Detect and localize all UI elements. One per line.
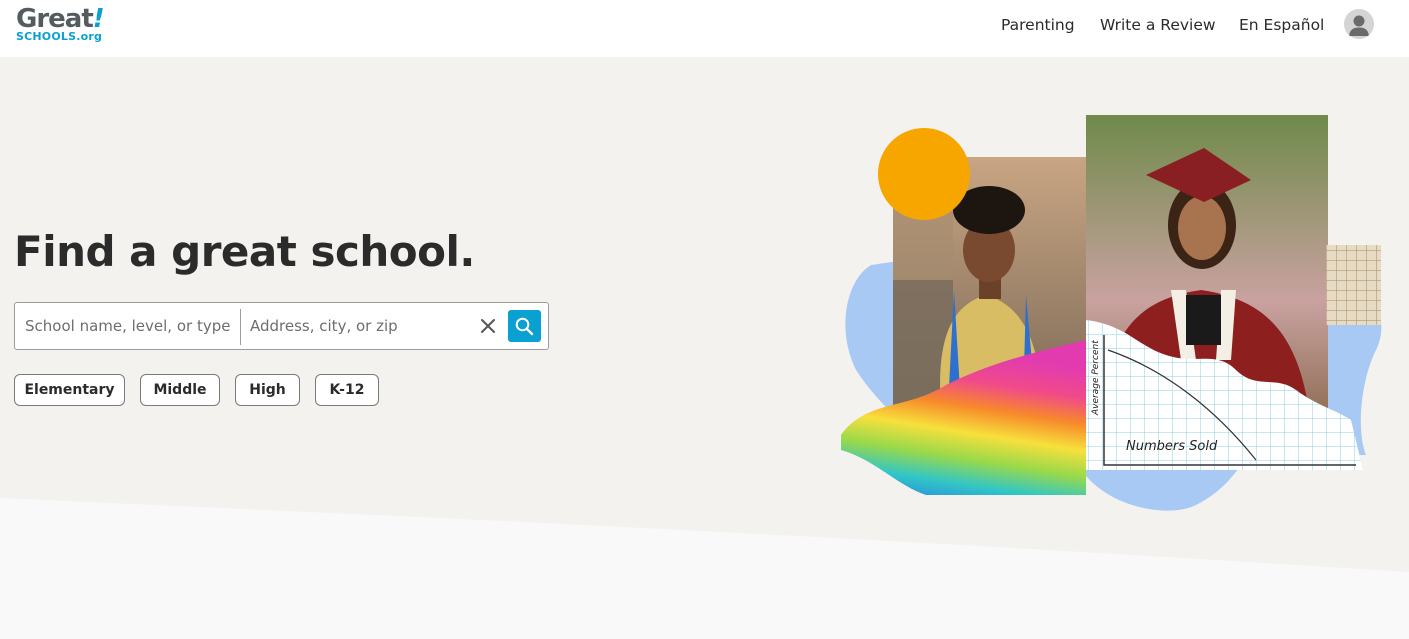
orange-circle <box>878 128 970 220</box>
graph-x-label: Numbers Sold <box>1126 439 1218 454</box>
site-header: Great! SCHOOLS.org Parenting Write a Rev… <box>0 0 1409 57</box>
search-icon <box>515 317 534 336</box>
hero-collage-illustration: Numbers Sold Average Percent <box>841 115 1382 511</box>
level-chip-elementary[interactable]: Elementary <box>14 374 125 406</box>
level-chip-high[interactable]: High <box>235 374 300 406</box>
close-icon <box>481 319 495 333</box>
person-icon <box>1349 15 1369 36</box>
nav-write-review-link[interactable]: Write a Review <box>1100 15 1216 35</box>
logo-subtext: SCHOOLS.org <box>16 30 103 43</box>
search-divider <box>240 309 241 345</box>
clear-search-button[interactable] <box>478 316 498 336</box>
nav-espanol-link[interactable]: En Español <box>1239 15 1324 35</box>
page-title: Find a great school. <box>14 227 475 276</box>
school-search-input[interactable] <box>16 304 240 348</box>
address-search-input[interactable] <box>242 304 474 348</box>
level-chip-middle[interactable]: Middle <box>140 374 220 406</box>
nav-parenting-link[interactable]: Parenting <box>1001 15 1075 35</box>
user-avatar-icon[interactable] <box>1344 9 1374 39</box>
greatschools-logo[interactable]: Great! SCHOOLS.org <box>16 4 105 43</box>
graph-y-label: Average Percent <box>1091 340 1101 416</box>
search-submit-button[interactable] <box>508 310 541 342</box>
level-chip-k12[interactable]: K-12 <box>315 374 379 406</box>
school-search-bar <box>14 302 549 350</box>
logo-wordmark: Great! <box>16 4 105 34</box>
